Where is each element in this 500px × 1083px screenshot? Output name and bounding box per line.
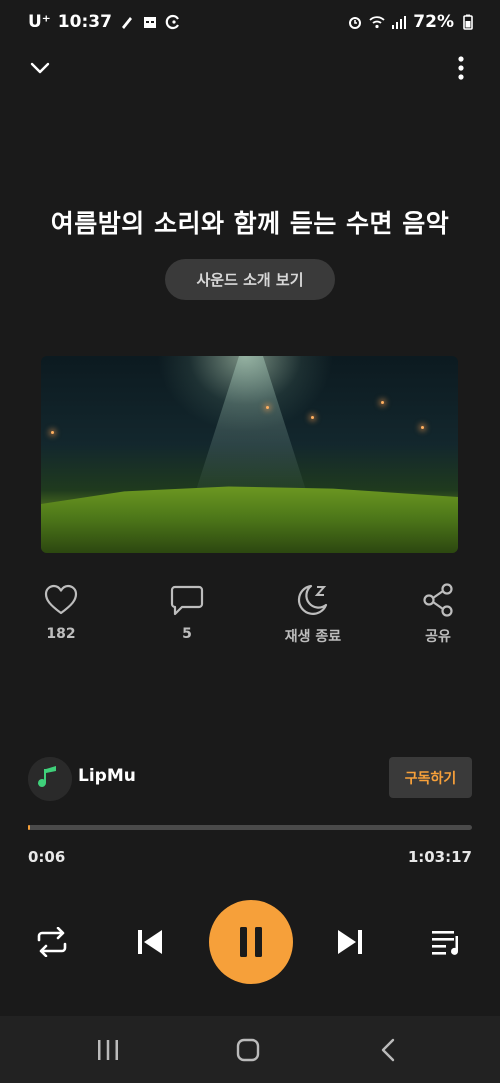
- total-duration: 1:03:17: [407, 848, 472, 866]
- firefly: [311, 416, 314, 419]
- channel-name[interactable]: LipMu: [78, 766, 136, 786]
- wifi-icon: [369, 16, 385, 29]
- repeat-icon: [37, 927, 67, 957]
- like-count: 182: [46, 626, 76, 642]
- firefly: [51, 431, 54, 434]
- status-bar: U⁺ 10:37 72%: [0, 0, 500, 48]
- sound-intro-button[interactable]: 사운드 소개 보기: [165, 259, 335, 300]
- more-options-button[interactable]: [441, 48, 481, 88]
- light-beam: [191, 356, 311, 506]
- playlist-icon: [432, 931, 459, 955]
- sleep-timer-label: 재생 종료: [284, 629, 342, 645]
- alarm-icon: [349, 17, 362, 29]
- status-left: U⁺ 10:37: [28, 12, 181, 32]
- battery-percent: 72%: [413, 12, 454, 32]
- pause-icon: [240, 927, 262, 957]
- sleep-timer-action[interactable]: 재생 종료: [268, 580, 358, 646]
- calendar-icon: [143, 17, 156, 28]
- signal-icon: [392, 16, 407, 29]
- comment-action[interactable]: 5: [142, 580, 232, 642]
- like-action[interactable]: 182: [16, 580, 106, 642]
- grass-field: [41, 486, 458, 553]
- next-button[interactable]: [328, 920, 372, 964]
- track-title: 여름밤의 소리와 함께 듣는 수면 음악: [50, 209, 450, 238]
- chevron-down-icon: [30, 62, 50, 74]
- previous-button[interactable]: [128, 920, 172, 964]
- sync-icon: [165, 14, 179, 30]
- back-button[interactable]: [368, 1030, 408, 1070]
- seek-bar[interactable]: [28, 825, 472, 830]
- pen-icon: [121, 17, 132, 29]
- pause-button[interactable]: [209, 900, 293, 984]
- playlist-button[interactable]: [425, 920, 469, 964]
- share-action[interactable]: 공유: [393, 580, 483, 646]
- next-icon: [338, 930, 362, 954]
- recent-apps-icon: [98, 1040, 118, 1060]
- more-vertical-icon: [458, 56, 464, 80]
- carrier-label: U⁺: [28, 12, 51, 32]
- comment-icon: [170, 585, 204, 616]
- channel-avatar[interactable]: [28, 757, 72, 801]
- battery-icon: [463, 14, 473, 30]
- recent-apps-button[interactable]: [88, 1030, 128, 1070]
- back-icon: [381, 1038, 395, 1062]
- comment-count: 5: [182, 626, 192, 642]
- moon-sleep-icon: [297, 584, 328, 615]
- heart-icon: [44, 584, 78, 615]
- status-right: 72%: [347, 12, 476, 32]
- firefly: [381, 401, 384, 404]
- elapsed-time: 0:06: [28, 848, 66, 866]
- collapse-button[interactable]: [20, 48, 60, 88]
- share-label: 공유: [425, 629, 451, 645]
- share-icon: [423, 583, 453, 617]
- home-button[interactable]: [228, 1030, 268, 1070]
- firefly: [421, 426, 424, 429]
- subscribe-button[interactable]: 구독하기: [389, 757, 472, 798]
- home-icon: [236, 1038, 260, 1062]
- repeat-button[interactable]: [30, 920, 74, 964]
- previous-icon: [138, 930, 162, 954]
- clock: 10:37: [57, 12, 112, 32]
- seek-bar-progress: [28, 825, 31, 830]
- music-note-logo: [28, 757, 72, 801]
- system-nav-bar: [0, 1016, 500, 1083]
- cover-artwork: [41, 356, 458, 553]
- firefly: [266, 406, 269, 409]
